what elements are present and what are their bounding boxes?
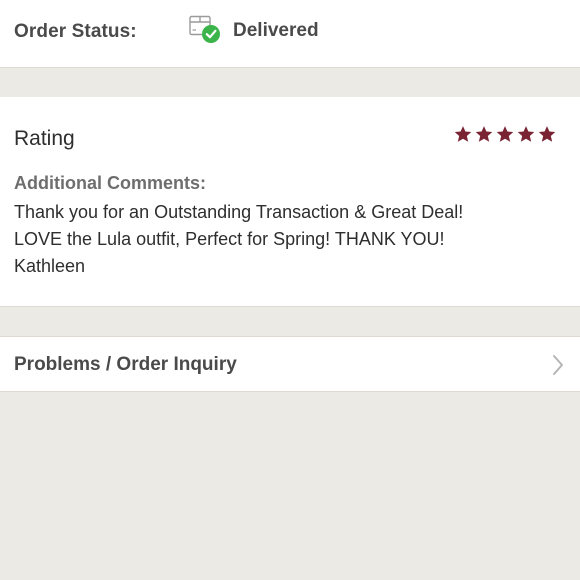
star-icon	[454, 126, 472, 142]
star-icon	[517, 126, 535, 142]
additional-comments-text: Thank you for an Outstanding Transaction…	[14, 202, 464, 276]
problems-order-inquiry-row[interactable]: Problems / Order Inquiry	[0, 336, 580, 392]
additional-comments-label: Additional Comments:	[14, 173, 206, 193]
rating-section: Rating Additional Comments: Thank you fo…	[0, 97, 580, 307]
order-status-value: Delivered	[233, 20, 319, 41]
star-icon	[538, 126, 556, 142]
rating-title: Rating	[14, 127, 75, 150]
rating-stars	[454, 125, 556, 143]
order-status-section: Order Status: Delivered	[0, 0, 580, 68]
star-icon	[496, 126, 514, 142]
package-delivered-icon	[188, 15, 222, 45]
problems-order-inquiry-label: Problems / Order Inquiry	[14, 354, 237, 375]
star-icon	[475, 126, 493, 142]
chevron-right-icon	[552, 354, 564, 376]
order-status-label: Order Status:	[14, 21, 137, 42]
